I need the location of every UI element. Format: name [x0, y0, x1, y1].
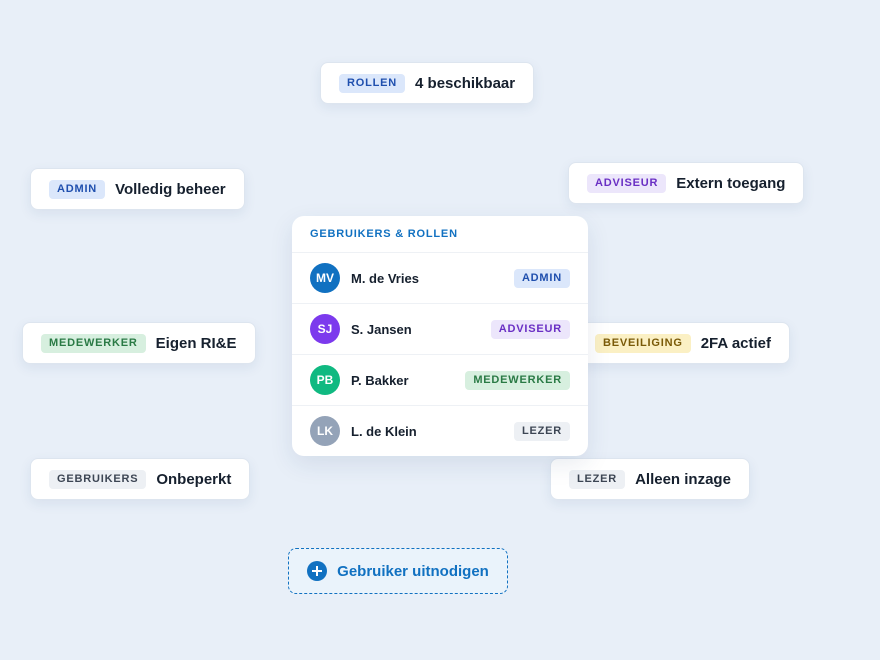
chip-rollen: ROLLEN 4 beschikbaar	[320, 62, 535, 104]
user-name: M. de Vries	[351, 270, 419, 286]
adviseur-value: Extern toegang	[676, 174, 786, 192]
chip-adviseur: ADVISEUR Extern toegang	[568, 162, 805, 204]
user-name: P. Bakker	[351, 372, 409, 388]
user-name: L. de Klein	[351, 423, 417, 439]
chip-beveiliging: BEVEILIGING 2FA actief	[576, 322, 791, 364]
user-name: S. Jansen	[351, 321, 412, 337]
rollen-tag: ROLLEN	[339, 73, 406, 93]
plus-circle-icon	[307, 561, 328, 581]
card-title: GEBRUIKERS & ROLLEN	[292, 216, 588, 253]
lezer-value: Alleen inzage	[635, 470, 731, 488]
avatar: MV	[310, 263, 340, 293]
beveiliging-tag: BEVEILIGING	[595, 333, 691, 353]
medewerker-value: Eigen RI&E	[155, 334, 237, 352]
chip-gebruikers: GEBRUIKERS Onbeperkt	[30, 458, 251, 500]
chip-lezer: LEZER Alleen inzage	[550, 458, 750, 500]
admin-value: Volledig beheer	[115, 180, 226, 198]
chip-admin: ADMIN Volledig beheer	[30, 168, 245, 210]
avatar: SJ	[310, 314, 340, 344]
admin-tag: ADMIN	[49, 179, 106, 199]
beveiliging-value: 2FA actief	[700, 334, 772, 352]
avatar: PB	[310, 365, 340, 395]
lezer-tag: LEZER	[569, 469, 626, 489]
gebruikers-value: Onbeperkt	[156, 470, 232, 488]
adviseur-tag: ADVISEUR	[587, 173, 667, 193]
user-row[interactable]: SJ S. Jansen ADVISEUR	[292, 304, 588, 355]
users-roles-card: GEBRUIKERS & ROLLEN MV M. de Vries ADMIN…	[292, 216, 588, 456]
medewerker-tag: MEDEWERKER	[41, 333, 146, 353]
user-row[interactable]: MV M. de Vries ADMIN	[292, 253, 588, 304]
rollen-value: 4 beschikbaar	[415, 74, 516, 92]
role-badge: ADVISEUR	[490, 319, 570, 339]
avatar: LK	[310, 416, 340, 446]
role-badge: ADMIN	[513, 268, 570, 288]
invite-label: Gebruiker uitnodigen	[337, 562, 489, 580]
chip-medewerker: MEDEWERKER Eigen RI&E	[22, 322, 256, 364]
role-badge: LEZER	[513, 421, 570, 441]
invite-user-button[interactable]: Gebruiker uitnodigen	[288, 548, 508, 594]
user-row[interactable]: PB P. Bakker MEDEWERKER	[292, 355, 588, 406]
user-row[interactable]: LK L. de Klein LEZER	[292, 406, 588, 456]
role-badge: MEDEWERKER	[465, 370, 570, 390]
gebruikers-tag: GEBRUIKERS	[49, 469, 147, 489]
